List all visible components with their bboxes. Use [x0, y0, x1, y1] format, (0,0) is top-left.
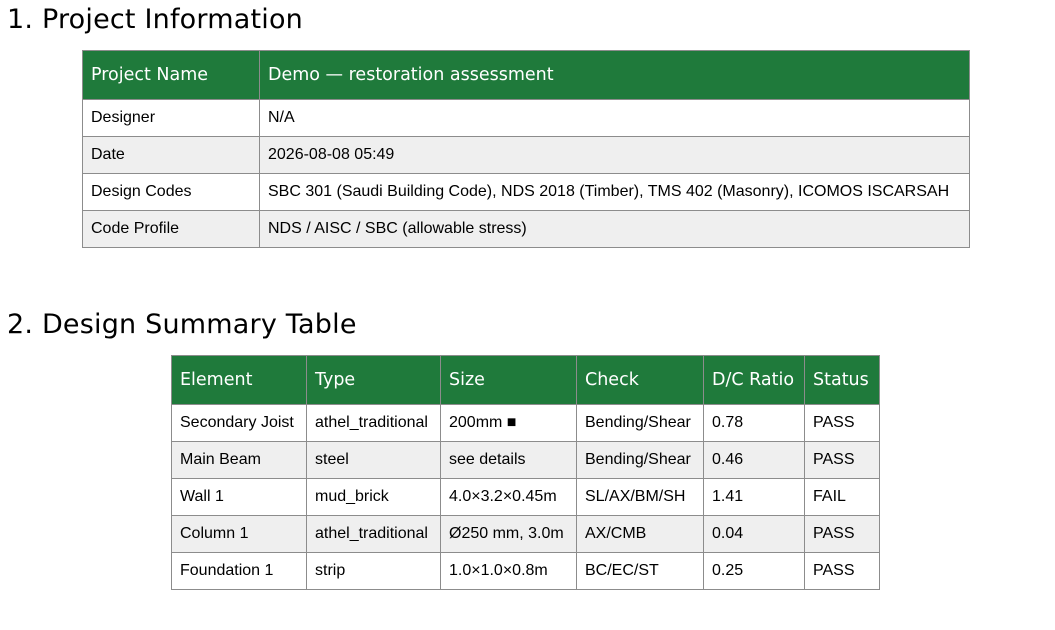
- table-row: Main Beam steel see details Bending/Shea…: [171, 441, 880, 479]
- size-cell: 200mm ■: [440, 404, 577, 442]
- type-cell: athel_traditional: [306, 404, 441, 442]
- project-information-table: Project Name Demo — restoration assessme…: [82, 50, 970, 248]
- info-label-cell: Design Codes: [82, 173, 260, 211]
- size-cell: 4.0×3.2×0.45m: [440, 478, 577, 516]
- column-header: Status: [804, 355, 880, 405]
- info-label-cell: Date: [82, 136, 260, 174]
- info-row: Designer N/A: [82, 99, 970, 137]
- project-information-heading: 1. Project Information: [7, 4, 303, 35]
- status-cell: PASS: [804, 404, 880, 442]
- column-header: Check: [576, 355, 704, 405]
- status-cell: PASS: [804, 552, 880, 590]
- table-row: Wall 1 mud_brick 4.0×3.2×0.45m SL/AX/BM/…: [171, 478, 880, 516]
- info-value-cell: Demo — restoration assessment: [259, 50, 970, 100]
- design-summary-heading: 2. Design Summary Table: [7, 309, 357, 340]
- info-row: Date 2026-08-08 05:49: [82, 136, 970, 174]
- summary-header-row: Element Type Size Check D/C Ratio Status: [171, 355, 880, 405]
- type-cell: mud_brick: [306, 478, 441, 516]
- column-header: Type: [306, 355, 441, 405]
- table-row: Foundation 1 strip 1.0×1.0×0.8m BC/EC/ST…: [171, 552, 880, 590]
- check-cell: BC/EC/ST: [576, 552, 704, 590]
- type-cell: athel_traditional: [306, 515, 441, 553]
- column-header: Element: [171, 355, 307, 405]
- type-cell: strip: [306, 552, 441, 590]
- dc-ratio-cell: 1.41: [703, 478, 805, 516]
- status-cell: FAIL: [804, 478, 880, 516]
- element-cell: Foundation 1: [171, 552, 307, 590]
- dc-ratio-cell: 0.04: [703, 515, 805, 553]
- check-cell: Bending/Shear: [576, 441, 704, 479]
- info-label-cell: Code Profile: [82, 210, 260, 248]
- element-cell: Wall 1: [171, 478, 307, 516]
- info-header-row: Project Name Demo — restoration assessme…: [82, 50, 970, 100]
- status-cell: PASS: [804, 441, 880, 479]
- info-value-cell: 2026-08-08 05:49: [259, 136, 970, 174]
- size-cell: Ø250 mm, 3.0m: [440, 515, 577, 553]
- dc-ratio-cell: 0.25: [703, 552, 805, 590]
- info-row: Code Profile NDS / AISC / SBC (allowable…: [82, 210, 970, 248]
- size-cell: see details: [440, 441, 577, 479]
- status-cell: PASS: [804, 515, 880, 553]
- check-cell: Bending/Shear: [576, 404, 704, 442]
- info-row: Design Codes SBC 301 (Saudi Building Cod…: [82, 173, 970, 211]
- element-cell: Secondary Joist: [171, 404, 307, 442]
- size-cell: 1.0×1.0×0.8m: [440, 552, 577, 590]
- type-cell: steel: [306, 441, 441, 479]
- dc-ratio-cell: 0.78: [703, 404, 805, 442]
- check-cell: AX/CMB: [576, 515, 704, 553]
- check-cell: SL/AX/BM/SH: [576, 478, 704, 516]
- info-label-cell: Designer: [82, 99, 260, 137]
- info-value-cell: NDS / AISC / SBC (allowable stress): [259, 210, 970, 248]
- dc-ratio-cell: 0.46: [703, 441, 805, 479]
- table-row: Column 1 athel_traditional Ø250 mm, 3.0m…: [171, 515, 880, 553]
- design-summary-table: Element Type Size Check D/C Ratio Status…: [171, 355, 880, 590]
- element-cell: Main Beam: [171, 441, 307, 479]
- info-value-cell: N/A: [259, 99, 970, 137]
- column-header: Size: [440, 355, 577, 405]
- element-cell: Column 1: [171, 515, 307, 553]
- info-value-cell: SBC 301 (Saudi Building Code), NDS 2018 …: [259, 173, 970, 211]
- info-label-cell: Project Name: [82, 50, 260, 100]
- column-header: D/C Ratio: [703, 355, 805, 405]
- table-row: Secondary Joist athel_traditional 200mm …: [171, 404, 880, 442]
